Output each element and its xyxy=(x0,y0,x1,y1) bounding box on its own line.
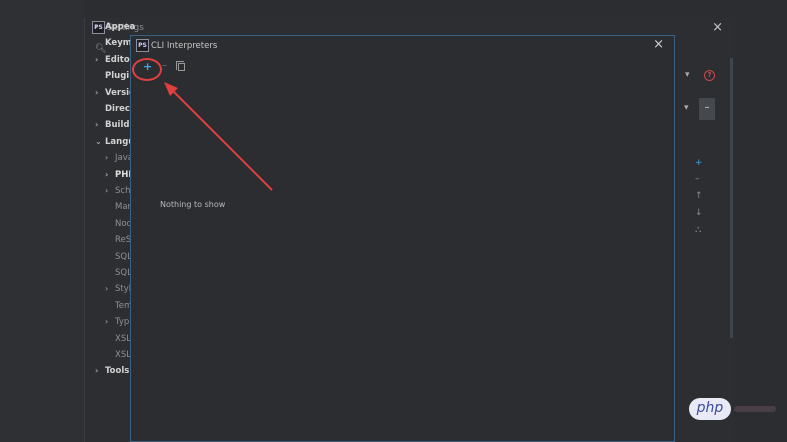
watermark-tail xyxy=(734,406,776,412)
annotation-arrow xyxy=(164,82,273,191)
watermark-logo: php xyxy=(689,398,731,420)
